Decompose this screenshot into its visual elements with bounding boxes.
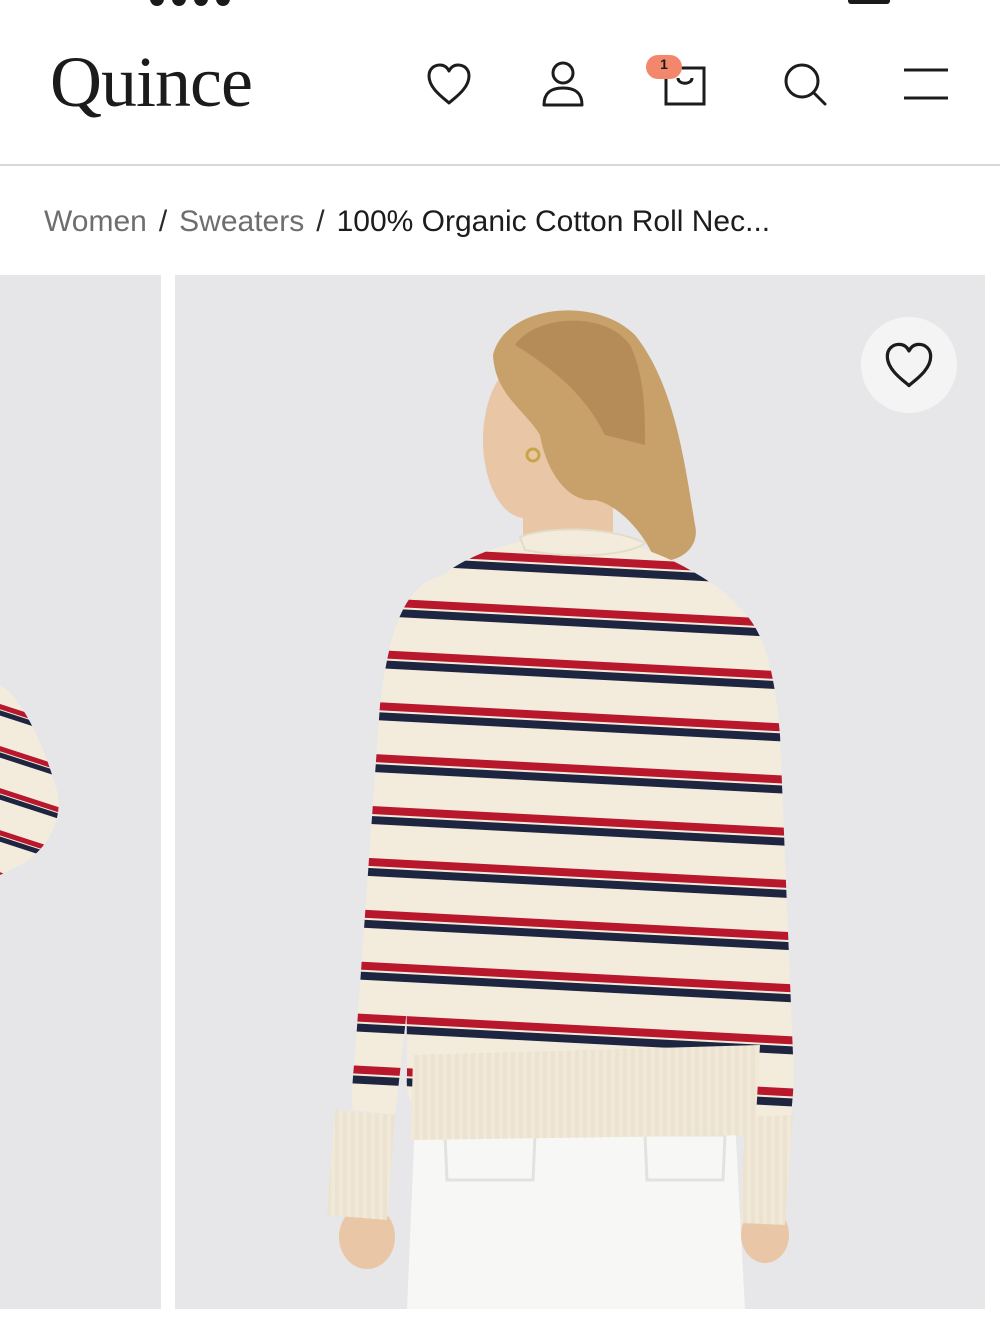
breadcrumb: Women / Sweaters / 100% Organic Cotton R… <box>44 200 770 244</box>
breadcrumb-current-page: 100% Organic Cotton Roll Nec... <box>336 205 771 238</box>
product-photo-partial <box>0 685 59 875</box>
account-icon <box>542 61 584 107</box>
status-dot <box>194 0 208 6</box>
add-to-wishlist-button[interactable] <box>861 317 957 413</box>
wishlist-button[interactable] <box>421 56 477 112</box>
product-image-carousel[interactable] <box>0 275 1000 1309</box>
product-photo-model-back <box>327 310 794 1309</box>
search-icon <box>784 63 827 106</box>
breadcrumb-separator: / <box>158 205 168 238</box>
search-button[interactable] <box>777 56 833 112</box>
heart-icon <box>427 63 471 105</box>
status-dot <box>216 0 230 6</box>
cart-count-badge: 1 <box>646 55 682 79</box>
product-image-main[interactable] <box>175 275 985 1309</box>
breadcrumb-link-women[interactable]: Women <box>44 200 147 244</box>
site-header: Quince 1 <box>0 12 1000 166</box>
battery-icon <box>848 0 890 4</box>
quince-logo[interactable]: Quince <box>50 42 253 122</box>
status-dot <box>172 0 186 6</box>
menu-button[interactable] <box>898 56 954 112</box>
account-button[interactable] <box>535 56 591 112</box>
menu-icon <box>904 68 948 100</box>
status-bar <box>0 0 1000 12</box>
status-dot <box>150 0 164 6</box>
breadcrumb-separator: / <box>316 205 325 238</box>
breadcrumb-link-sweaters[interactable]: Sweaters <box>179 200 304 244</box>
heart-icon <box>885 342 933 388</box>
product-image-previous[interactable] <box>0 275 161 1309</box>
